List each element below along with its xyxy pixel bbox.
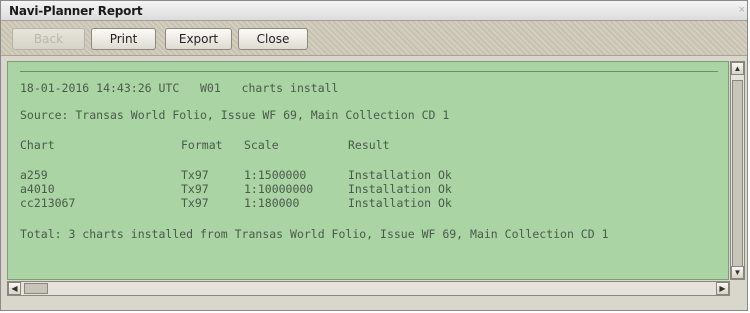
window-title: Navi-Planner Report: [9, 4, 143, 18]
row-1-chart: a259: [20, 168, 48, 182]
column-header-scale: Scale: [244, 138, 279, 152]
title-bar[interactable]: Navi-Planner Report ×: [1, 1, 747, 21]
row-3-chart: cc213067: [20, 196, 76, 210]
horizontal-scroll-thumb[interactable]: [24, 283, 48, 294]
scroll-right-icon[interactable]: ▶: [716, 282, 729, 295]
export-button[interactable]: Export: [165, 28, 232, 50]
back-button[interactable]: Back: [12, 28, 85, 50]
row-3-result: Installation Ok: [348, 196, 452, 210]
scroll-up-icon[interactable]: ▲: [731, 62, 744, 75]
toolbar: Back Print Export Close: [1, 21, 747, 56]
column-header-chart: Chart: [20, 138, 55, 152]
row-1-scale: 1:1500000: [244, 168, 307, 182]
print-button[interactable]: Print: [91, 28, 156, 50]
scroll-left-icon[interactable]: ◀: [8, 282, 21, 295]
row-3-scale: 1:180000: [244, 196, 300, 210]
report-text-area[interactable]: 18-01-2016 14:43:26 UTC W01 charts insta…: [7, 61, 729, 280]
row-3-format: Tx97: [181, 196, 209, 210]
report-header-line: 18-01-2016 14:43:26 UTC W01 charts insta…: [20, 81, 339, 95]
horizontal-scrollbar[interactable]: ◀ ▶: [7, 281, 730, 296]
vertical-scroll-thumb[interactable]: [732, 80, 743, 268]
vertical-scrollbar[interactable]: ▲ ▼: [730, 61, 745, 280]
row-2-format: Tx97: [181, 182, 209, 196]
report-source-line: Source: Transas World Folio, Issue WF 69…: [20, 108, 450, 122]
row-1-format: Tx97: [181, 168, 209, 182]
row-2-result: Installation Ok: [348, 182, 452, 196]
scroll-down-icon[interactable]: ▼: [731, 266, 744, 279]
separator-line: [20, 71, 718, 72]
row-2-chart: a4010: [20, 182, 55, 196]
report-total-line: Total: 3 charts installed from Transas W…: [20, 227, 609, 241]
column-header-format: Format: [181, 138, 223, 152]
report-window: Navi-Planner Report × Back Print Export …: [0, 0, 748, 311]
row-2-scale: 1:10000000: [244, 182, 314, 196]
window-close-icon[interactable]: ×: [739, 4, 745, 16]
column-header-result: Result: [348, 138, 390, 152]
row-1-result: Installation Ok: [348, 168, 452, 182]
close-button[interactable]: Close: [238, 28, 308, 50]
